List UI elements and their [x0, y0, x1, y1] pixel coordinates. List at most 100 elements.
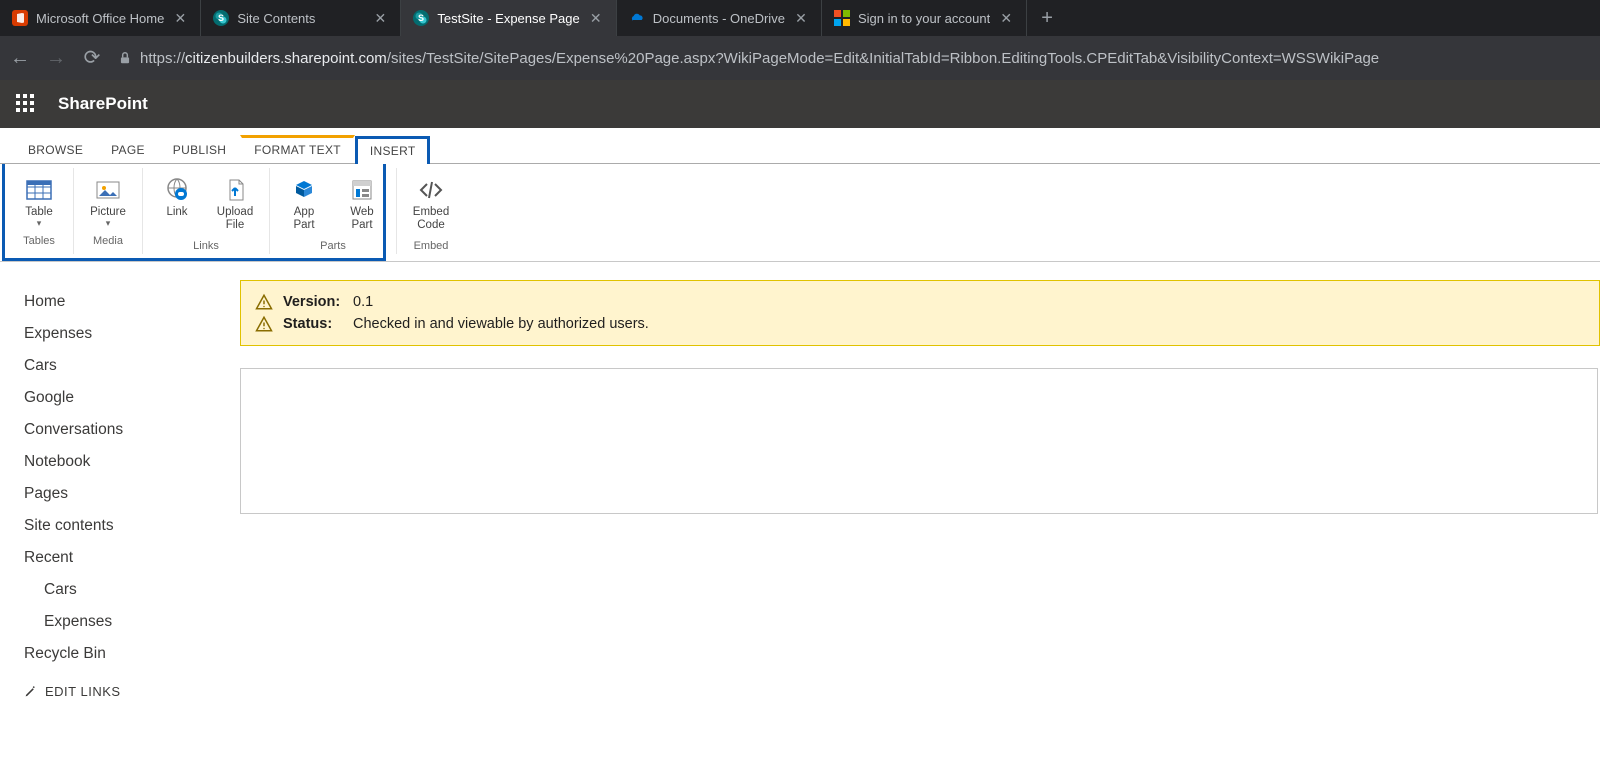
nav-link-conversations[interactable]: Conversations — [24, 414, 240, 446]
ribbon-button-label: WebPart — [350, 206, 373, 232]
ribbon-group-label: Media — [93, 231, 123, 249]
ribbon-button-web-part[interactable]: WebPart — [336, 174, 388, 234]
ribbon-tab-page[interactable]: PAGE — [97, 133, 159, 163]
svg-text:S: S — [218, 13, 224, 23]
ribbon-button-label: EmbedCode — [413, 206, 449, 232]
ribbon-group-label: Links — [193, 236, 219, 254]
page-editor[interactable] — [240, 368, 1598, 514]
webpart-icon — [346, 176, 378, 204]
new-tab-button[interactable]: + — [1027, 7, 1067, 30]
suite-bar: SharePoint — [0, 80, 1600, 128]
nav-link-pages[interactable]: Pages — [24, 478, 240, 510]
nav-link-google[interactable]: Google — [24, 382, 240, 414]
nav-link-site-contents[interactable]: Site contents — [24, 510, 240, 542]
browser-tab[interactable]: Sign in to your account ✕ — [822, 0, 1027, 36]
ribbon-button-label: AppPart — [293, 206, 314, 232]
ribbon-button-upload-file[interactable]: UploadFile — [209, 174, 261, 234]
pencil-icon — [24, 685, 37, 698]
ribbon-tab-browse[interactable]: BROWSE — [14, 133, 97, 163]
browser-tab[interactable]: Microsoft Office Home ✕ — [0, 0, 201, 36]
tab-title: TestSite - Expense Page — [437, 11, 579, 26]
browser-tab[interactable]: S TestSite - Expense Page ✕ — [401, 0, 616, 36]
tab-favicon: S — [413, 10, 429, 26]
app-launcher-icon[interactable] — [16, 94, 36, 114]
tab-favicon — [834, 10, 850, 26]
edit-links-label: EDIT LINKS — [45, 684, 121, 699]
tab-title: Sign in to your account — [858, 11, 990, 26]
browser-tab[interactable]: S Site Contents ✕ — [201, 0, 401, 36]
reload-button[interactable]: ⟳ — [82, 48, 102, 68]
ribbon-tabs: BROWSEPAGEPUBLISHFORMAT TEXTINSERT — [0, 128, 1600, 164]
ribbon-button-label: UploadFile — [217, 206, 253, 232]
table-icon — [23, 176, 55, 204]
url-domain: citizenbuilders.sharepoint.com — [185, 50, 387, 67]
suite-title: SharePoint — [58, 94, 148, 114]
link-icon — [161, 176, 193, 204]
ribbon-group-media: Picture▾ Media — [74, 168, 143, 254]
content-area: HomeExpensesCarsGoogleConversationsNoteb… — [0, 262, 1600, 699]
ribbon-group-label: Parts — [320, 236, 346, 254]
status-key: Version: — [283, 294, 343, 310]
warning-icon — [255, 293, 273, 311]
tab-favicon: S — [213, 10, 229, 26]
apppart-icon — [288, 176, 320, 204]
embed-icon — [415, 176, 447, 204]
status-line: Status: Checked in and viewable by author… — [255, 313, 1585, 335]
ribbon-insert-panel: Table▾TablesPicture▾MediaLinkUploadFileL… — [2, 164, 386, 261]
status-value: Checked in and viewable by authorized us… — [353, 316, 649, 332]
ribbon-button-picture[interactable]: Picture▾ — [82, 174, 134, 229]
chevron-down-icon: ▾ — [106, 219, 111, 227]
ribbon-button-table[interactable]: Table▾ — [13, 174, 65, 229]
ribbon-tab-format-text[interactable]: FORMAT TEXT — [240, 135, 355, 163]
close-icon[interactable]: ✕ — [588, 10, 604, 26]
address-bar: ← → ⟳ https://citizenbuilders.sharepoint… — [0, 36, 1600, 80]
tab-title: Site Contents — [237, 11, 364, 26]
status-bar: Version: 0.1 Status: Checked in and viewabl… — [240, 280, 1600, 346]
url-prefix: https:// — [140, 50, 185, 67]
nav-link-notebook[interactable]: Notebook — [24, 446, 240, 478]
nav-link-home[interactable]: Home — [24, 286, 240, 318]
nav-link-expenses[interactable]: Expenses — [24, 606, 240, 638]
browser-tab[interactable]: Documents - OneDrive ✕ — [617, 0, 822, 36]
back-button[interactable]: ← — [10, 48, 30, 68]
status-key: Status: — [283, 316, 343, 332]
main-column: Version: 0.1 Status: Checked in and viewabl… — [240, 262, 1600, 699]
ribbon-group-label: Tables — [23, 231, 55, 249]
ribbon-button-app-part[interactable]: AppPart — [278, 174, 330, 234]
nav-link-cars[interactable]: Cars — [24, 350, 240, 382]
nav-link-recycle-bin[interactable]: Recycle Bin — [24, 638, 240, 670]
forward-button[interactable]: → — [46, 48, 66, 68]
ribbon-button-link[interactable]: Link — [151, 174, 203, 234]
tab-title: Microsoft Office Home — [36, 11, 164, 26]
lock-icon — [118, 51, 132, 65]
nav-link-expenses[interactable]: Expenses — [24, 318, 240, 350]
ribbon-group-label: Embed — [414, 236, 449, 254]
browser-tab-bar: Microsoft Office Home ✕ S Site Contents ✕ S Te… — [0, 0, 1600, 36]
close-icon[interactable]: ✕ — [372, 10, 388, 26]
status-line: Version: 0.1 — [255, 291, 1585, 313]
edit-links-button[interactable]: EDIT LINKS — [24, 670, 240, 699]
close-icon[interactable]: ✕ — [172, 10, 188, 26]
ribbon-group-parts: AppPart WebPartParts — [270, 168, 397, 254]
left-nav: HomeExpensesCarsGoogleConversationsNoteb… — [0, 262, 240, 699]
tab-favicon — [629, 10, 645, 26]
svg-text:S: S — [418, 13, 424, 23]
ribbon-button-label: Link — [166, 206, 187, 219]
close-icon[interactable]: ✕ — [998, 10, 1014, 26]
ribbon-button-embed-code[interactable]: EmbedCode — [405, 174, 457, 234]
close-icon[interactable]: ✕ — [793, 10, 809, 26]
ribbon-group-tables: Table▾ Tables — [5, 168, 74, 254]
ribbon-group-embed: EmbedCode Embed — [397, 168, 465, 254]
tab-title: Documents - OneDrive — [653, 11, 785, 26]
status-value: 0.1 — [353, 294, 373, 310]
nav-link-cars[interactable]: Cars — [24, 574, 240, 606]
url-text[interactable]: https://citizenbuilders.sharepoint.com/s… — [140, 50, 1379, 67]
upload-icon — [219, 176, 251, 204]
ribbon-tab-insert[interactable]: INSERT — [355, 136, 431, 164]
warning-icon — [255, 315, 273, 333]
ribbon-tab-publish[interactable]: PUBLISH — [159, 133, 240, 163]
tab-favicon — [12, 10, 28, 26]
nav-link-recent[interactable]: Recent — [24, 542, 240, 574]
url-path: /sites/TestSite/SitePages/Expense%20Page… — [387, 50, 1379, 67]
ribbon-group-links: Link UploadFile Links — [143, 168, 270, 254]
